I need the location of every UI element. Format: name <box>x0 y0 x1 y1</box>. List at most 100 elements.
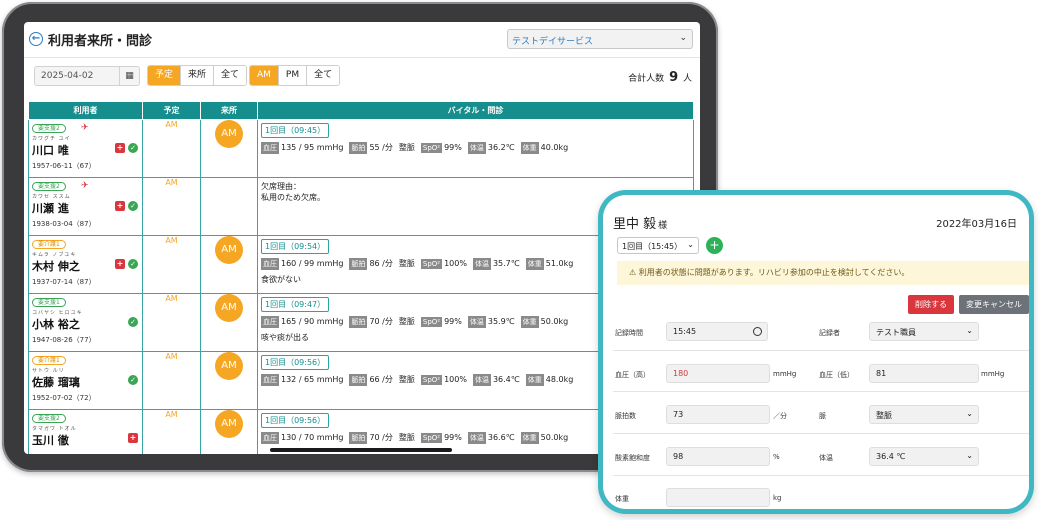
table-row[interactable]: 要介護1 サトウ ルリ 佐藤 瑠璃 1952-07-02（72） ✓ AM AM 1回目（09… <box>28 351 694 410</box>
visit-am-badge[interactable]: AM <box>215 352 243 380</box>
round-tag[interactable]: 1回目（09:54） <box>261 239 330 254</box>
care-level-badge: 要介護1 <box>32 240 66 249</box>
round-select-value: 1回目（15:45） <box>622 242 683 251</box>
col-user: 利用者 <box>28 101 143 120</box>
service-select[interactable]: テストデイサービス ⌄ <box>507 29 693 49</box>
status-all-button[interactable]: 全て <box>214 66 247 85</box>
vital-label: 整脈 <box>398 259 415 268</box>
home-indicator <box>270 448 452 452</box>
spo2-input[interactable]: 98 <box>666 447 770 466</box>
back-arrow-icon[interactable]: ← <box>29 32 43 46</box>
total-number: 9 <box>669 70 679 85</box>
vitals-line: 血圧 135 / 95 mmHg 脈拍 55 /分 整脈 SpO² 99% 体温 36.2℃ 体重… <box>261 142 690 154</box>
visit-am-badge[interactable]: AM <box>215 410 243 438</box>
vital-value: 132 / 65 mmHg <box>281 375 344 384</box>
recorder-label: 記録者 <box>819 329 840 337</box>
vital-label: 体重 <box>525 258 544 270</box>
visit-cell: AM <box>200 351 258 410</box>
chevron-down-icon: ⌄ <box>966 451 973 460</box>
pulse-input[interactable]: 73 <box>666 405 770 424</box>
round-tag[interactable]: 1回目（09:47） <box>261 297 330 312</box>
bp-low-input[interactable]: 81 <box>869 364 979 383</box>
row-divider <box>613 350 1029 351</box>
vital-value: 55 /分 <box>369 143 393 152</box>
check-icon: ✓ <box>128 317 138 327</box>
vital-label: 体温 <box>472 258 491 270</box>
user-cell[interactable]: 要支援1 コバヤシ ヒロユキ 小林 裕之 1947-08-26（77） ✓ <box>28 293 143 352</box>
recorder-select[interactable]: テスト職員 ⌄ <box>869 322 979 341</box>
detail-name-text: 里中 毅 <box>613 217 657 232</box>
plan-cell: AM <box>142 409 201 454</box>
user-kana: キムラ ノブユキ <box>32 252 77 258</box>
vital-label: 血圧 <box>261 258 279 270</box>
weight-unit: kg <box>773 494 782 502</box>
calendar-icon[interactable]: ▦ <box>119 67 139 85</box>
status-visit-button[interactable]: 来所 <box>181 66 215 85</box>
weight-input[interactable] <box>666 488 770 507</box>
temp-select[interactable]: 36.4 ℃ ⌄ <box>869 447 979 466</box>
care-level-badge: 要支援2 <box>32 124 66 133</box>
date-field[interactable]: 2025-04-02 ▦ <box>34 66 140 86</box>
total-unit: 人 <box>682 74 692 84</box>
page-title: 利用者来所・問診 <box>48 34 153 49</box>
bp-high-input[interactable]: 180 <box>666 364 770 383</box>
user-cell[interactable]: 要介護1 キムラ ノブユキ 木村 伸之 1937-07-14（87） + ✓ <box>28 235 143 294</box>
visit-am-badge[interactable]: AM <box>215 236 243 264</box>
chevron-down-icon: ⌄ <box>679 33 687 43</box>
user-cell[interactable]: 要介護1 サトウ ルリ 佐藤 瑠璃 1952-07-02（72） ✓ <box>28 351 143 410</box>
pulse-unit: ／分 <box>773 412 787 420</box>
vital-value: 99% <box>444 317 462 326</box>
round-tag[interactable]: 1回目（09:56） <box>261 355 330 370</box>
visit-am-badge[interactable]: AM <box>215 120 243 148</box>
visit-cell: AM <box>200 119 258 178</box>
table-row[interactable]: 要支援2 ✈ カワグチ ユイ 川口 唯 1957-06-11（67） + ✓ AM AM 1回目（… <box>28 119 694 178</box>
add-round-button[interactable]: + <box>706 237 723 254</box>
record-time-label: 記録時間 <box>615 329 643 337</box>
detail-honorific: 様 <box>658 221 668 231</box>
col-vitals: バイタル・問診 <box>257 101 694 120</box>
period-am-button[interactable]: AM <box>250 66 279 85</box>
user-birth: 1937-07-14（87） <box>32 278 96 286</box>
chevron-down-icon: ⌄ <box>687 240 694 249</box>
table-row[interactable]: 要支援1 コバヤシ ヒロユキ 小林 裕之 1947-08-26（77） ✓ AM AM 1回目… <box>28 293 694 352</box>
rhythm-select[interactable]: 整脈 ⌄ <box>869 405 979 424</box>
visit-am-badge[interactable]: AM <box>215 294 243 322</box>
vital-value: 99% <box>444 143 462 152</box>
users-table: 利用者 予定 来所 バイタル・問診 要支援2 ✈ カワグチ ユイ 川口 唯 1957-0… <box>28 101 694 454</box>
visit-cell: AM <box>200 235 258 294</box>
vital-label: SpO² <box>420 317 443 327</box>
vital-label: 血圧 <box>261 142 279 154</box>
medical-cross-icon: + <box>115 259 125 269</box>
vital-value: 99% <box>444 433 462 442</box>
record-time-input[interactable]: 15:45 <box>666 322 768 341</box>
user-cell[interactable]: 要支援2 タマガワ トオル 玉川 徹 + <box>28 409 143 454</box>
period-all-button[interactable]: 全て <box>307 66 340 85</box>
delete-button[interactable]: 削除する <box>908 295 954 314</box>
medical-cross-icon: + <box>115 201 125 211</box>
cancel-changes-button[interactable]: 変更キャンセル <box>959 295 1029 314</box>
recorder-value: テスト職員 <box>876 328 916 337</box>
care-level-badge: 要支援1 <box>32 298 66 307</box>
round-tag[interactable]: 1回目（09:45） <box>261 123 330 138</box>
vital-label: 血圧 <box>261 316 279 328</box>
date-value: 2025-04-02 <box>41 71 94 81</box>
table-row[interactable]: 要介護1 キムラ ノブユキ 木村 伸之 1937-07-14（87） + ✓ AM AM 1回目… <box>28 235 694 294</box>
period-pm-button[interactable]: PM <box>278 66 308 85</box>
table-row[interactable]: 要支援2 ✈ カワセ ススム 川瀬 進 1938-03-04（87） + ✓ AM 欠席理由：私… <box>28 177 694 236</box>
vitals-cell[interactable]: 1回目（09:45） 血圧 135 / 95 mmHg 脈拍 55 /分 整脈 SpO² 99… <box>257 119 694 178</box>
user-cell[interactable]: 要支援2 ✈ カワセ ススム 川瀬 進 1938-03-04（87） + ✓ <box>28 177 143 236</box>
round-select[interactable]: 1回目（15:45） ⌄ <box>617 237 699 254</box>
round-tag[interactable]: 1回目（09:56） <box>261 413 330 428</box>
vital-label: 血圧 <box>261 374 279 386</box>
filter-bar: 2025-04-02 ▦ 予定 来所 全て AM PM 全て 合計人数 9 人 <box>24 58 700 98</box>
visit-cell: AM <box>200 409 258 454</box>
visit-cell: AM <box>200 293 258 352</box>
vital-value: 50.0kg <box>540 433 569 442</box>
clock-icon <box>753 327 762 336</box>
vital-value: 35.7℃ <box>492 259 520 268</box>
vital-label: 体温 <box>467 142 486 154</box>
period-toggle: AM PM 全て <box>249 65 341 86</box>
status-plan-button[interactable]: 予定 <box>148 66 182 85</box>
vital-value: 35.9℃ <box>487 317 515 326</box>
user-cell[interactable]: 要支援2 ✈ カワグチ ユイ 川口 唯 1957-06-11（67） + ✓ <box>28 119 143 178</box>
